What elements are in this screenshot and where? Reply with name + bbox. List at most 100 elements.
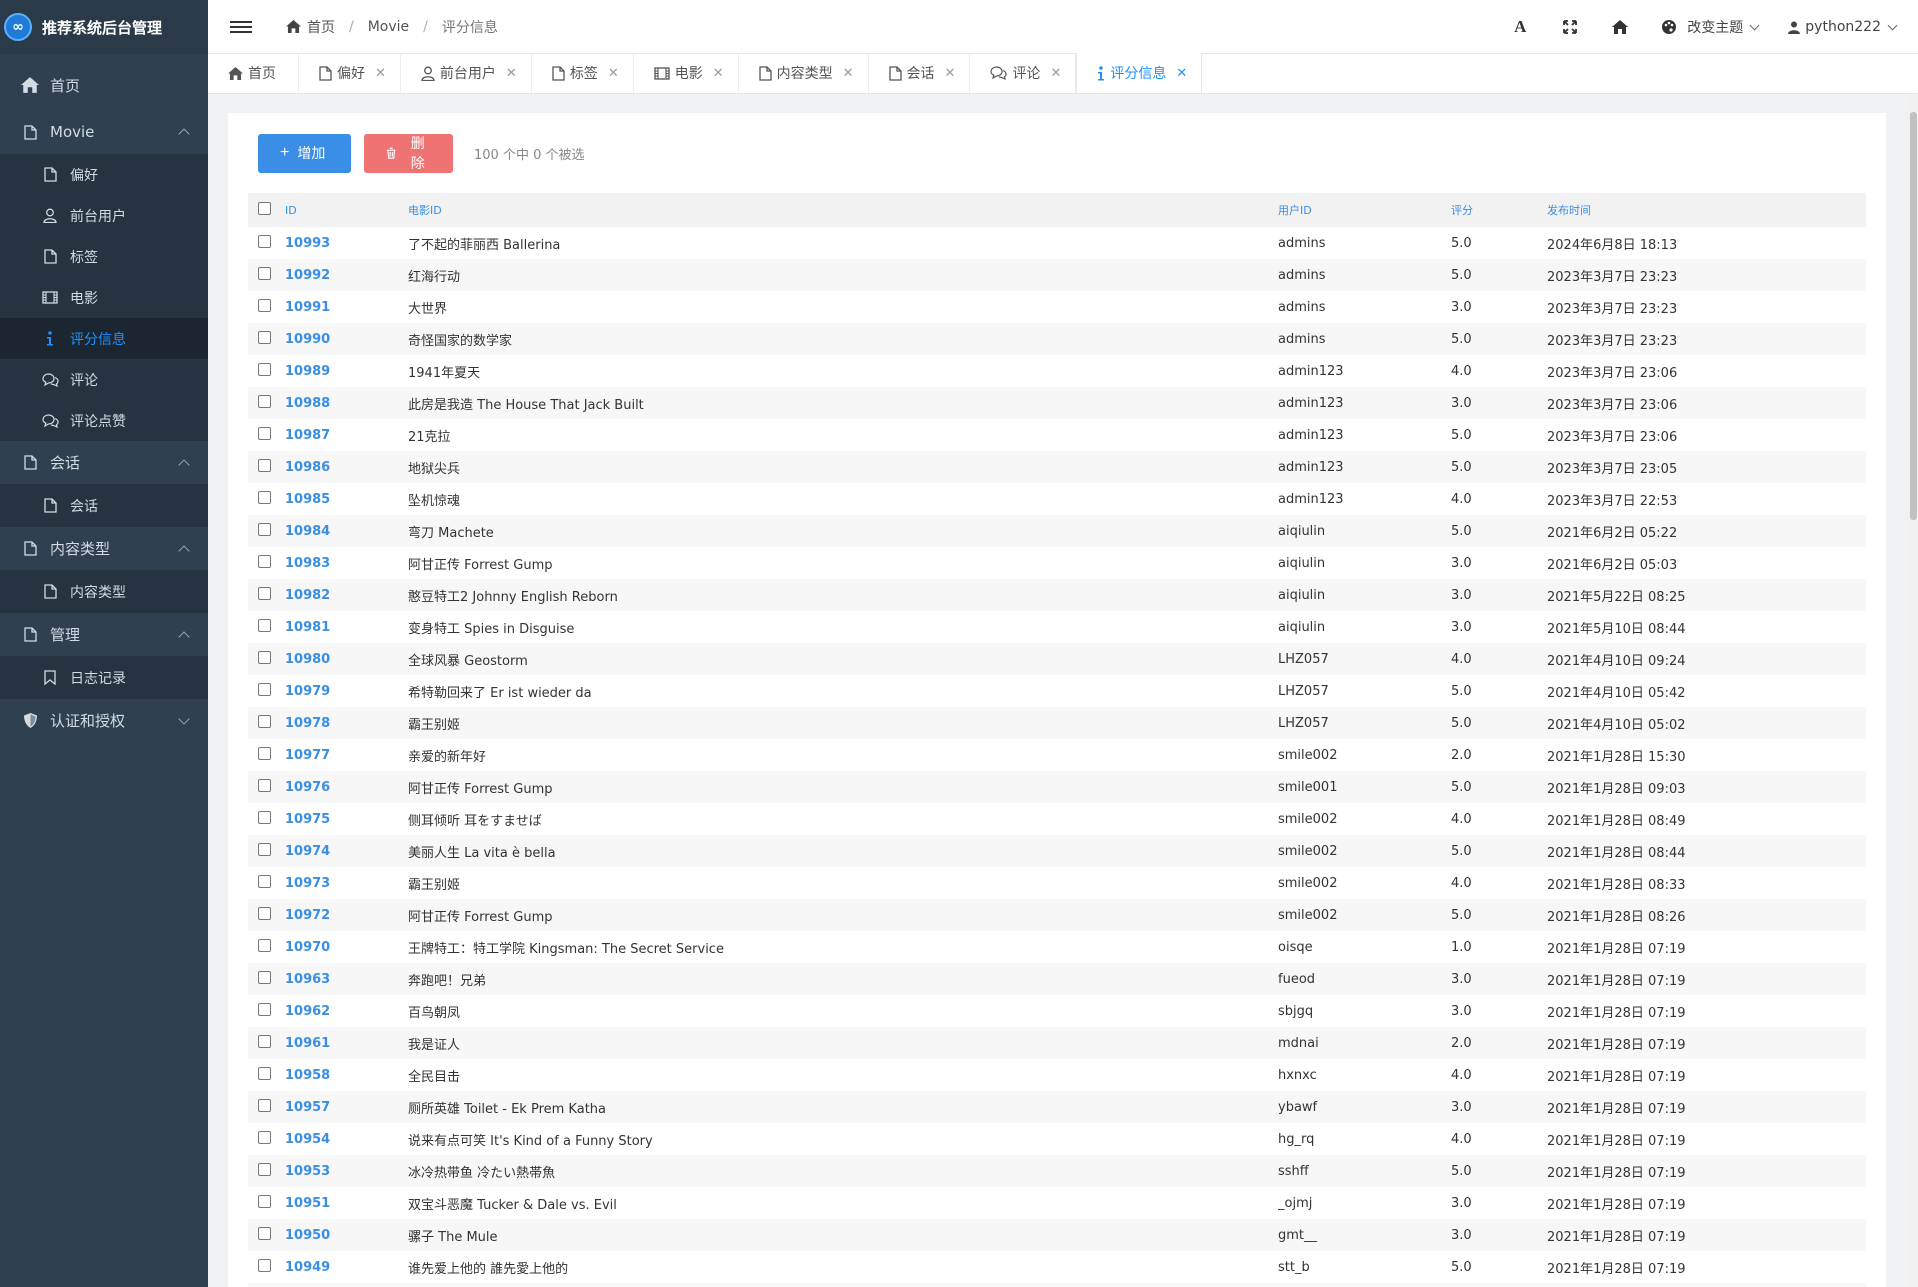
table-row[interactable]: 10983 阿甘正传 Forrest Gump aiqiulin 3.0 2021年6月…	[248, 547, 1866, 579]
row-checkbox[interactable]	[258, 522, 271, 536]
close-icon[interactable]: ✕	[1050, 66, 1061, 81]
table-row[interactable]: 10949 谁先爱上他的 誰先愛上他的 stt_b 5.0 2021年1月28日 07:…	[248, 1251, 1866, 1283]
cell-id-link[interactable]: 10985	[285, 483, 408, 515]
cell-id-link[interactable]: 10978	[285, 707, 408, 739]
cell-id-link[interactable]: 10962	[285, 995, 408, 1027]
table-row[interactable]: 10958 全民目击 hxnxc 4.0 2021年1月28日 07:19	[248, 1059, 1866, 1091]
cell-id-link[interactable]: 10991	[285, 291, 408, 323]
theme-switcher[interactable]: 改变主题	[1661, 17, 1760, 37]
cell-id-link[interactable]: 10987	[285, 419, 408, 451]
row-checkbox[interactable]	[258, 906, 271, 920]
row-checkbox[interactable]	[258, 1258, 271, 1272]
table-row[interactable]: 10978 霸王别姬 LHZ057 5.0 2021年4月10日 05:02	[248, 707, 1866, 739]
user-menu[interactable]: python222	[1788, 19, 1898, 35]
select-all-header[interactable]	[248, 193, 285, 227]
table-row[interactable]: 10992 红海行动 admins 5.0 2023年3月7日 23:23	[248, 259, 1866, 291]
column-header-user-id[interactable]: 用户ID	[1278, 193, 1451, 227]
table-row[interactable]: 10972 阿甘正传 Forrest Gump smile002 5.0 2021年1月…	[248, 899, 1866, 931]
hamburger-menu-icon[interactable]	[230, 18, 252, 36]
breadcrumb-movie[interactable]: Movie	[368, 19, 409, 35]
cell-id-link[interactable]: 10976	[285, 771, 408, 803]
row-checkbox[interactable]	[258, 426, 271, 440]
tab-0[interactable]: 首页	[208, 53, 299, 93]
tab-4[interactable]: 电影 ✕	[634, 53, 739, 93]
sidebar-item-0-4[interactable]: 评分信息	[0, 318, 208, 359]
table-row[interactable]: 10993 了不起的菲丽西 Ballerina admins 5.0 2024年6月8日…	[248, 227, 1866, 259]
row-checkbox[interactable]	[258, 458, 271, 472]
table-row[interactable]: 10962 百鸟朝凤 sbjgq 3.0 2021年1月28日 07:19	[248, 995, 1866, 1027]
row-checkbox[interactable]	[258, 586, 271, 600]
sidebar-item-0-0[interactable]: 偏好	[0, 154, 208, 195]
tab-1[interactable]: 偏好 ✕	[299, 53, 401, 93]
cell-id-link[interactable]: 10993	[285, 227, 408, 259]
row-checkbox[interactable]	[258, 1162, 271, 1176]
cell-id-link[interactable]: 10954	[285, 1123, 408, 1155]
sidebar-item-0-1[interactable]: 前台用户	[0, 195, 208, 236]
row-checkbox[interactable]	[258, 234, 271, 248]
column-header-id[interactable]: ID	[285, 193, 408, 227]
row-checkbox[interactable]	[258, 490, 271, 504]
sidebar-group-4[interactable]: 认证和授权	[0, 699, 208, 742]
cell-id-link[interactable]: 10988	[285, 387, 408, 419]
cell-id-link[interactable]: 10963	[285, 963, 408, 995]
row-checkbox[interactable]	[258, 842, 271, 856]
table-row[interactable]: 10946妈妈 Mamaqaqtw3.02021年1月28日 07:19	[248, 1283, 1866, 1287]
row-checkbox[interactable]	[258, 874, 271, 888]
table-row[interactable]: 10973 霸王别姬 smile002 4.0 2021年1月28日 08:33	[248, 867, 1866, 899]
cell-id-link[interactable]: 10977	[285, 739, 408, 771]
table-row[interactable]: 10957 厕所英雄 Toilet - Ek Prem Katha ybawf 3.0…	[248, 1091, 1866, 1123]
cell-id-link[interactable]: 10990	[285, 323, 408, 355]
table-row[interactable]: 10990 奇怪国家的数学家 admins 5.0 2023年3月7日 23:23	[248, 323, 1866, 355]
cell-id-link[interactable]: 10980	[285, 643, 408, 675]
row-checkbox[interactable]	[258, 1002, 271, 1016]
select-all-checkbox[interactable]	[258, 202, 271, 215]
tab-3[interactable]: 标签 ✕	[532, 53, 634, 93]
row-checkbox[interactable]	[258, 1130, 271, 1144]
cell-id-link[interactable]: 10970	[285, 931, 408, 963]
row-checkbox[interactable]	[258, 650, 271, 664]
sidebar-item-3-0[interactable]: 日志记录	[0, 656, 208, 699]
close-icon[interactable]: ✕	[713, 66, 724, 81]
cell-id-link[interactable]: 10949	[285, 1251, 408, 1283]
cell-id-link[interactable]: 10951	[285, 1187, 408, 1219]
column-header-rating[interactable]: 评分	[1451, 193, 1547, 227]
sidebar-group-1[interactable]: 会话	[0, 441, 208, 484]
table-row[interactable]: 10986 地狱尖兵 admin123 5.0 2023年3月7日 23:05	[248, 451, 1866, 483]
cell-id-link[interactable]: 10957	[285, 1091, 408, 1123]
table-row[interactable]: 10974 美丽人生 La vita è bella smile002 5.0 2021…	[248, 835, 1866, 867]
row-checkbox[interactable]	[258, 778, 271, 792]
cell-id-link[interactable]: 10989	[285, 355, 408, 387]
sidebar-item-1-0[interactable]: 会话	[0, 484, 208, 527]
tab-2[interactable]: 前台用户 ✕	[401, 53, 532, 93]
row-checkbox[interactable]	[258, 1098, 271, 1112]
row-checkbox[interactable]	[258, 810, 271, 824]
table-row[interactable]: 10979 希特勒回来了 Er ist wieder da LHZ057 5.0 202…	[248, 675, 1866, 707]
close-icon[interactable]: ✕	[375, 66, 386, 81]
sidebar-item-2-0[interactable]: 内容类型	[0, 570, 208, 613]
column-header-publish-time[interactable]: 发布时间	[1547, 193, 1866, 227]
row-checkbox[interactable]	[258, 298, 271, 312]
brand[interactable]: ∞ 推荐系统后台管理	[0, 0, 208, 54]
row-checkbox[interactable]	[258, 1034, 271, 1048]
row-checkbox[interactable]	[258, 682, 271, 696]
tab-5[interactable]: 内容类型 ✕	[739, 53, 869, 93]
cell-id-link[interactable]: 10946	[285, 1283, 408, 1287]
table-row[interactable]: 10988 此房是我造 The House That Jack Built admi…	[248, 387, 1866, 419]
table-row[interactable]: 10981 变身特工 Spies in Disguise aiqiulin 3.0 20…	[248, 611, 1866, 643]
row-checkbox[interactable]	[258, 970, 271, 984]
sidebar-item-0-3[interactable]: 电影	[0, 277, 208, 318]
table-row[interactable]: 10975 侧耳倾听 耳をすませば smile002 4.0 2021年1月28日 08…	[248, 803, 1866, 835]
cell-id-link[interactable]: 10950	[285, 1219, 408, 1251]
cell-id-link[interactable]: 10983	[285, 547, 408, 579]
close-icon[interactable]: ✕	[945, 66, 956, 81]
table-row[interactable]: 10953 冰冷热带鱼 冷たい熱帯魚 sshff 5.0 2021年1月28日 07:1…	[248, 1155, 1866, 1187]
cell-id-link[interactable]: 10979	[285, 675, 408, 707]
cell-id-link[interactable]: 10975	[285, 803, 408, 835]
table-row[interactable]: 10951 双宝斗恶魔 Tucker & Dale vs. Evil _ojmj 3.…	[248, 1187, 1866, 1219]
home-icon[interactable]	[1595, 0, 1645, 54]
row-checkbox[interactable]	[258, 1226, 271, 1240]
table-row[interactable]: 10991 大世界 admins 3.0 2023年3月7日 23:23	[248, 291, 1866, 323]
close-icon[interactable]: ✕	[843, 66, 854, 81]
row-checkbox[interactable]	[258, 330, 271, 344]
tab-8[interactable]: 评分信息 ✕	[1076, 53, 1203, 93]
